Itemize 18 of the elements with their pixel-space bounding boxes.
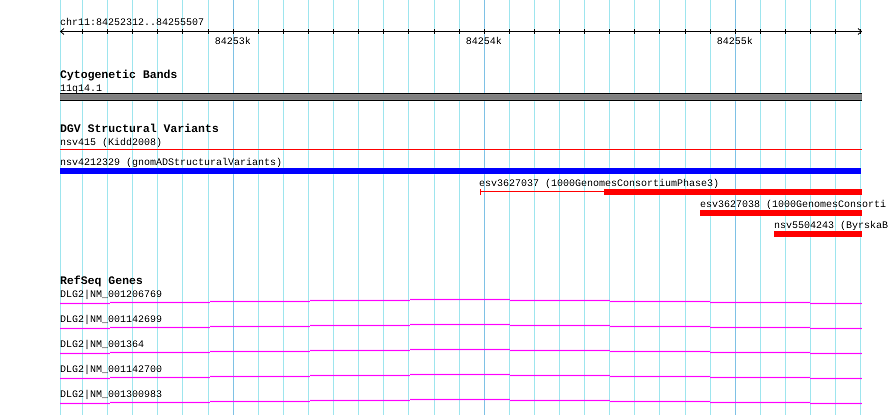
feature-label: 11q14.1: [60, 84, 102, 95]
feature-label: esv3627038 (1000GenomesConsorti: [700, 200, 886, 211]
feature-label: esv3627037 (1000GenomesConsortiumPhase3): [479, 179, 720, 190]
feature-label: nsv4212329 (gnomADStructuralVariants): [60, 158, 282, 169]
track-title: RefSeq Genes: [60, 275, 143, 288]
track-title: Cytogenetic Bands: [60, 69, 178, 82]
tick-label: 84255k: [716, 37, 753, 48]
ruler-label: chr11:84252312..84255507: [60, 18, 204, 29]
feature-label: nsv5504243 (ByrskaB: [774, 221, 888, 232]
tick-label: 84253k: [214, 37, 251, 48]
track-title: DGV Structural Variants: [60, 123, 219, 136]
feature-label: DLG2|NM_001142700: [60, 365, 162, 376]
feature-label: DLG2|NM_001206769: [60, 290, 162, 301]
feature-label: DLG2|NM_001142699: [60, 315, 162, 326]
tick-label: 84254k: [466, 37, 502, 48]
feature-label: DLG2|NM_001300983: [60, 390, 162, 401]
feature-label: DLG2|NM_001364: [60, 340, 144, 351]
feature-label: nsv415 (Kidd2008): [60, 138, 162, 149]
